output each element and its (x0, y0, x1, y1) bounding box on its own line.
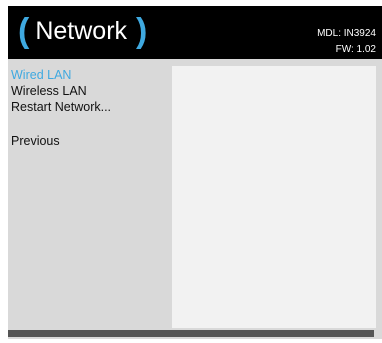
page-title: Network (35, 17, 128, 45)
model-number: MDL: IN3924 (317, 28, 376, 39)
firmware-version: FW: 1.02 (335, 44, 376, 55)
header-bar: ( Network ) MDL: IN3924 FW: 1.02 (8, 6, 382, 59)
menu-item-wired-lan[interactable]: Wired LAN (11, 67, 161, 83)
network-menu: Wired LAN Wireless LAN Restart Network..… (11, 67, 161, 149)
menu-item-restart-network[interactable]: Restart Network... (11, 99, 161, 115)
title-group: ( Network ) (18, 11, 147, 51)
title-paren-open: ( (18, 12, 30, 50)
menu-item-previous[interactable]: Previous (11, 133, 161, 149)
menu-item-wireless-lan[interactable]: Wireless LAN (11, 83, 161, 99)
footer-bar (8, 330, 374, 337)
menu-spacer (11, 115, 161, 133)
content-panel (172, 66, 376, 328)
title-paren-close: ) (136, 12, 148, 50)
osd-window: ( Network ) MDL: IN3924 FW: 1.02 Wired L… (8, 6, 382, 339)
